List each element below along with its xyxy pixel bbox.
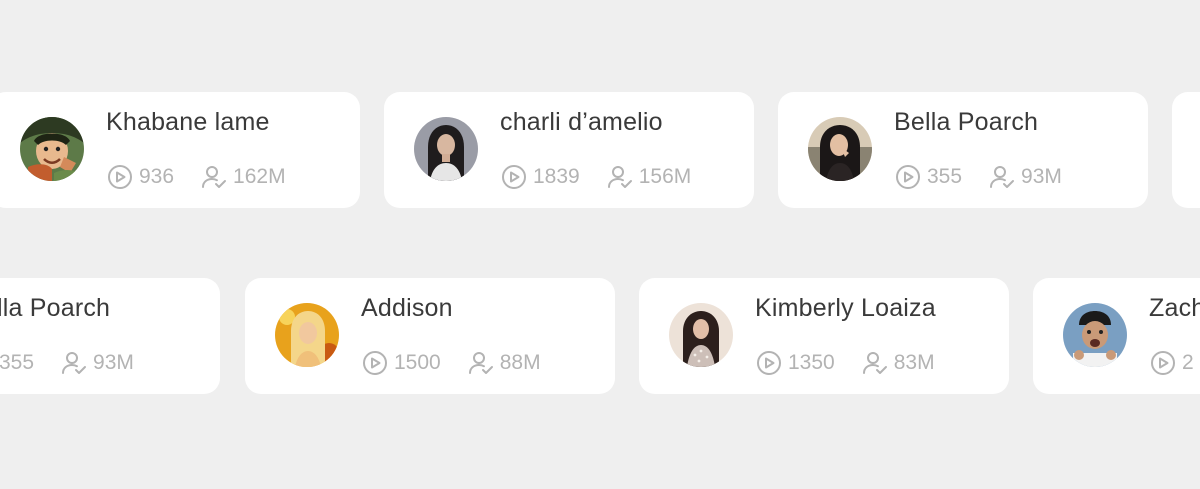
video-count-value: 1839 <box>533 165 580 188</box>
creator-name: charli d’amelio <box>500 108 663 136</box>
creator-stats: 2 <box>1149 349 1194 377</box>
user-check-icon <box>607 166 632 188</box>
creator-name: Khabane lame <box>106 108 270 136</box>
creator-card[interactable]: Bella Poarch 355 93M <box>0 278 220 394</box>
follower-count: 156M <box>606 163 692 191</box>
avatar <box>414 117 478 181</box>
follower-count: 93M <box>60 349 134 377</box>
creator-card[interactable]: Khabane lame 936 162M <box>0 92 360 208</box>
play-circle-icon <box>363 351 387 375</box>
user-check-icon <box>990 166 1015 188</box>
avatar <box>275 303 339 367</box>
follower-count: 162M <box>200 163 286 191</box>
follower-count-value: 156M <box>638 165 692 188</box>
avatar <box>808 117 872 181</box>
avatar-portrait-icon <box>1063 303 1127 367</box>
follower-count-value: 93M <box>93 351 134 374</box>
play-circle-icon <box>1151 351 1175 375</box>
play-circle-icon <box>108 165 132 189</box>
video-count-value: 2 <box>1182 351 1194 374</box>
video-count: 355 <box>0 349 34 377</box>
follower-count: 93M <box>988 163 1062 191</box>
creator-stats: 1350 83M <box>755 349 935 377</box>
follower-count: 83M <box>861 349 935 377</box>
video-count-value: 1500 <box>394 351 441 374</box>
follower-count: 88M <box>467 349 541 377</box>
creator-stats: 1839 156M <box>500 163 691 191</box>
video-count: 2 <box>1149 349 1194 377</box>
video-count: 1839 <box>500 163 580 191</box>
creator-card[interactable]: charli d’amelio 1839 156M <box>384 92 754 208</box>
creator-name: Addison <box>361 294 453 322</box>
user-check-icon <box>62 352 87 374</box>
avatar <box>669 303 733 367</box>
avatar-portrait-icon <box>808 117 872 181</box>
creator-row-1: Khabane lame 936 162M charli d’amelio 18… <box>0 92 1200 209</box>
follower-count-value: 83M <box>893 351 935 374</box>
creator-card[interactable]: Bella Poarch 355 93M <box>778 92 1148 208</box>
video-count-value: 355 <box>0 351 35 374</box>
creator-card[interactable] <box>1172 92 1200 208</box>
creator-card[interactable]: Zach 2 <box>1033 278 1200 394</box>
creator-row-2: Bella Poarch 355 93M <box>0 278 1200 395</box>
play-circle-icon <box>896 165 920 189</box>
user-check-icon <box>862 352 887 374</box>
avatar <box>1063 303 1127 367</box>
creator-card[interactable]: Addison 1500 88M <box>245 278 615 394</box>
video-count-value: 1350 <box>788 351 835 374</box>
avatar-portrait-icon <box>275 303 339 367</box>
avatar <box>20 117 84 181</box>
avatar-portrait-icon <box>414 117 478 181</box>
creator-stats: 936 162M <box>106 163 286 191</box>
video-count: 936 <box>106 163 174 191</box>
creator-stats: 355 93M <box>0 349 134 377</box>
video-count: 355 <box>894 163 962 191</box>
creator-name: Bella Poarch <box>894 108 1039 136</box>
follower-count-value: 93M <box>1021 165 1062 188</box>
creator-card[interactable]: Kimberly Loaiza 1350 83M <box>639 278 1009 394</box>
video-count: 1500 <box>361 349 441 377</box>
user-check-icon <box>468 352 493 374</box>
play-circle-icon <box>757 351 781 375</box>
play-circle-icon <box>502 165 526 189</box>
creator-stats: 1500 88M <box>361 349 541 377</box>
follower-count-value: 88M <box>499 351 541 374</box>
avatar-portrait-icon <box>669 303 733 367</box>
follower-count-value: 162M <box>233 165 286 188</box>
user-check-icon <box>202 166 227 188</box>
video-count-value: 355 <box>927 165 963 188</box>
video-count: 1350 <box>755 349 835 377</box>
creator-list: Khabane lame 936 162M charli d’amelio 18… <box>0 0 1200 489</box>
creator-stats: 355 93M <box>894 163 1062 191</box>
avatar-cartoon-icon <box>20 117 84 181</box>
creator-name: Kimberly Loaiza <box>755 294 936 322</box>
video-count-value: 936 <box>139 165 175 188</box>
creator-name: Zach <box>1149 294 1200 322</box>
creator-name: Bella Poarch <box>0 294 111 322</box>
